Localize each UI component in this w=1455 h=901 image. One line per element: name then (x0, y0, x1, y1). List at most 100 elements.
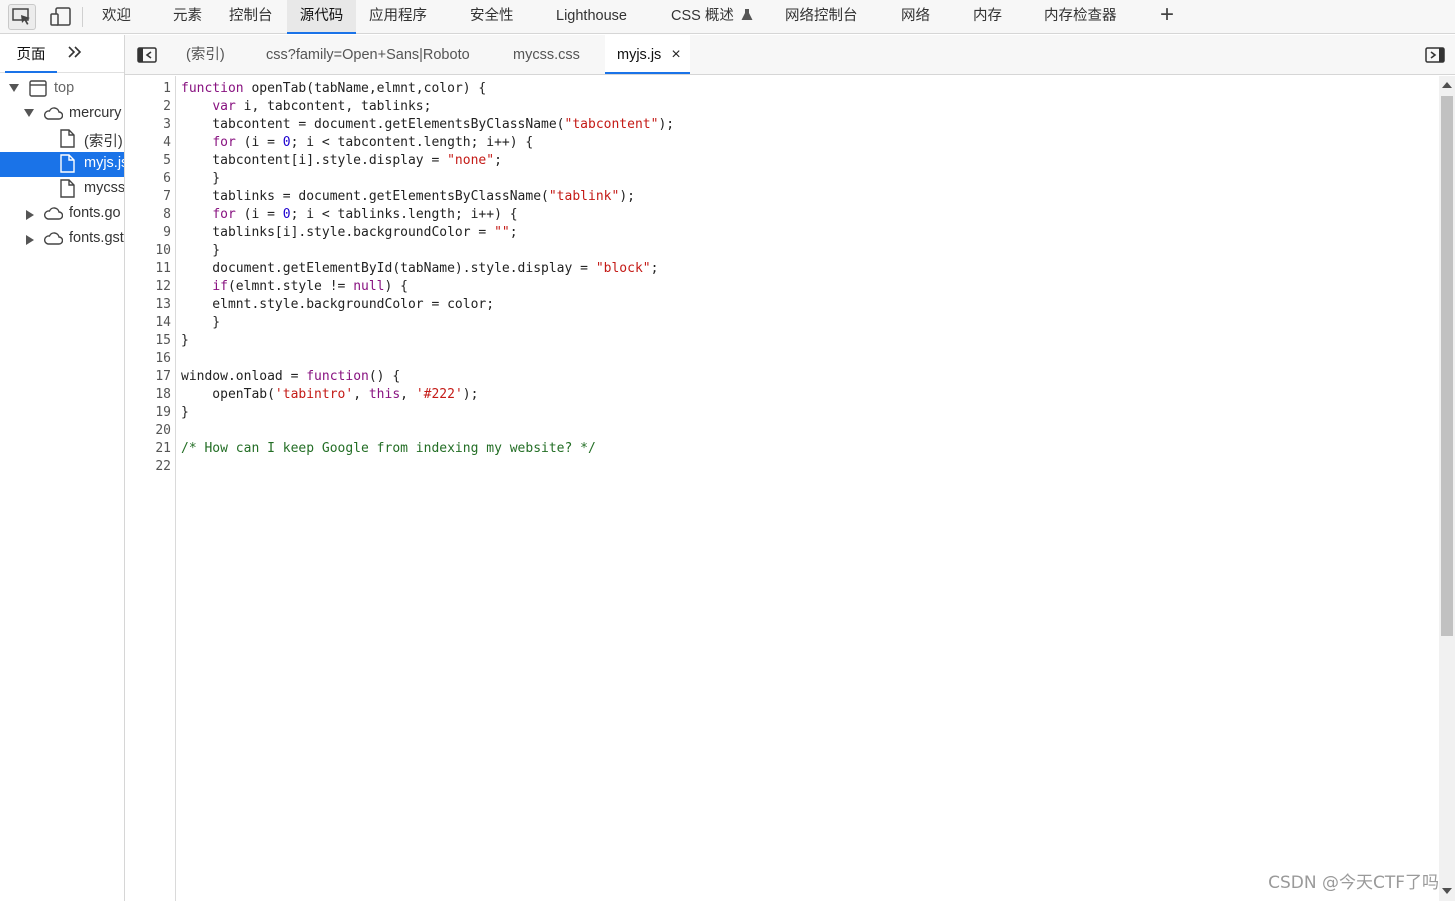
cloud-icon (44, 232, 63, 245)
tree-item-label: fonts.gst (69, 230, 124, 246)
line-number[interactable]: 21 (125, 440, 171, 458)
scroll-up-arrow-icon[interactable] (1442, 82, 1452, 88)
tree-item-label: mercury (69, 105, 122, 121)
tree-item-mercury[interactable]: mercury (0, 102, 124, 127)
line-number[interactable]: 3 (125, 116, 171, 134)
line-number[interactable]: 8 (125, 206, 171, 224)
expand-arrow-icon[interactable] (24, 109, 34, 117)
file-icon (60, 154, 75, 173)
code-editor[interactable]: 1 function openTab(tabName,elmnt,color) {… (125, 76, 1439, 901)
file-icon (60, 179, 75, 198)
tab-lighthouse[interactable]: Lighthouse (556, 0, 627, 34)
scroll-down-arrow-icon[interactable] (1442, 888, 1452, 894)
line-number[interactable]: 11 (125, 260, 171, 278)
code-text: } (181, 171, 221, 186)
file-tab-index[interactable]: (索引) (186, 35, 225, 74)
scroll-thumb[interactable] (1441, 96, 1453, 636)
tab-console[interactable]: 控制台 (229, 0, 273, 34)
code-text: tabcontent = document.getElementsByClass… (181, 117, 675, 132)
toggle-navigator-icon[interactable] (137, 47, 157, 63)
line-number[interactable]: 10 (125, 242, 171, 260)
tree-item-label: top (54, 80, 75, 96)
frame-icon (29, 80, 47, 97)
expand-arrow-icon[interactable] (9, 84, 19, 92)
line-number[interactable]: 22 (125, 458, 171, 476)
inspect-element-icon (12, 8, 30, 25)
tab-network[interactable]: 网络 (901, 0, 930, 34)
tree-item-top[interactable]: top (0, 77, 124, 102)
collapse-arrow-icon[interactable] (26, 210, 34, 220)
tab-css-overview[interactable]: CSS 概述 (671, 0, 753, 34)
code-text: if(elmnt.style != null) { (212, 279, 408, 294)
tab-page[interactable]: 页面 (5, 39, 57, 73)
line-number[interactable]: 13 (125, 296, 171, 314)
add-tab-button[interactable]: + (1156, 3, 1178, 29)
code-text: tablinks = document.getElementsByClassNa… (181, 189, 635, 204)
tab-memory[interactable]: 内存 (973, 0, 1002, 34)
tab-memory-inspector[interactable]: 内存检查器 (1044, 0, 1117, 34)
cloud-icon (44, 207, 63, 220)
code-text: /* How can I keep Google from indexing m… (181, 441, 596, 456)
tab-network-console[interactable]: 网络控制台 (785, 0, 858, 34)
toggle-debugger-icon[interactable] (1425, 47, 1445, 63)
line-number[interactable]: 9 (125, 224, 171, 242)
tab-application[interactable]: 应用程序 (369, 0, 427, 34)
code-text: openTab('tabintro', this, '#222'); (181, 387, 479, 402)
code-text: window.onload = function() { (181, 369, 401, 384)
file-tab-mycss[interactable]: mycss.css (513, 35, 580, 74)
device-toolbar-button[interactable] (48, 4, 74, 30)
cloud-icon (44, 107, 63, 120)
file-tab-label: myjs.js (617, 47, 662, 63)
tree-item-fonts-googleapis[interactable]: fonts.go (0, 202, 124, 227)
line-number[interactable]: 12 (125, 278, 171, 296)
code-text: tabcontent[i].style.display = "none"; (181, 153, 502, 168)
tab-elements[interactable]: 元素 (173, 0, 202, 34)
line-number[interactable]: 14 (125, 314, 171, 332)
code-text: document.getElementById(tabName).style.d… (181, 261, 659, 276)
line-number[interactable]: 5 (125, 152, 171, 170)
vertical-scrollbar[interactable] (1439, 76, 1455, 901)
tree-item-label: mycss (84, 180, 125, 196)
navigator-tabs: 页面 (0, 35, 124, 73)
tab-welcome[interactable]: 欢迎 (102, 0, 131, 34)
tab-sources[interactable]: 源代码 (287, 0, 356, 34)
code-text: var i, tabcontent, tablinks; (212, 99, 432, 114)
device-toolbar-icon (50, 7, 71, 26)
line-number[interactable]: 1 (125, 80, 171, 98)
file-tab-google-fonts-css[interactable]: css?family=Open+Sans|Roboto (266, 35, 470, 74)
code-text: for (i = 0; i < tablinks.length; i++) { (212, 207, 518, 222)
line-number[interactable]: 17 (125, 368, 171, 386)
line-number[interactable]: 4 (125, 134, 171, 152)
line-number[interactable]: 20 (125, 422, 171, 440)
line-number[interactable]: 2 (125, 98, 171, 116)
tree-item-label: myjs.js (84, 155, 125, 171)
tree-item-label: (索引) (84, 134, 123, 150)
inspect-element-button[interactable] (8, 4, 36, 30)
toolbar-divider (82, 7, 83, 27)
tree-item-fonts-gstatic[interactable]: fonts.gst (0, 227, 124, 252)
tab-css-overview-label: CSS 概述 (671, 8, 734, 24)
devtools-tab-bar: 欢迎 元素 控制台 源代码 应用程序 安全性 Lighthouse CSS 概述… (0, 0, 1455, 34)
tree-item-mycss[interactable]: mycss (0, 177, 124, 202)
line-number[interactable]: 15 (125, 332, 171, 350)
code-text: } (181, 243, 221, 258)
line-number[interactable]: 6 (125, 170, 171, 188)
line-number[interactable]: 19 (125, 404, 171, 422)
collapse-arrow-icon[interactable] (26, 235, 34, 245)
line-number[interactable]: 7 (125, 188, 171, 206)
tree-item-index[interactable]: (索引) (0, 127, 124, 152)
line-number[interactable]: 16 (125, 350, 171, 368)
tree-item-myjs[interactable]: myjs.js (0, 152, 124, 177)
tab-security[interactable]: 安全性 (470, 0, 514, 34)
code-text: } (181, 405, 189, 420)
more-tabs-chevron-icon[interactable] (68, 45, 82, 64)
watermark: CSDN @今天CTF了吗 (1268, 873, 1439, 893)
file-tab-myjs[interactable]: myjs.js × (605, 35, 690, 74)
close-icon[interactable]: × (671, 46, 680, 63)
code-text: elmnt.style.backgroundColor = color; (181, 297, 495, 312)
code-text: function openTab(tabName,elmnt,color) { (181, 81, 487, 96)
line-number[interactable]: 18 (125, 386, 171, 404)
code-text: } (181, 333, 189, 348)
code-text: } (181, 315, 221, 330)
file-icon (60, 129, 75, 148)
